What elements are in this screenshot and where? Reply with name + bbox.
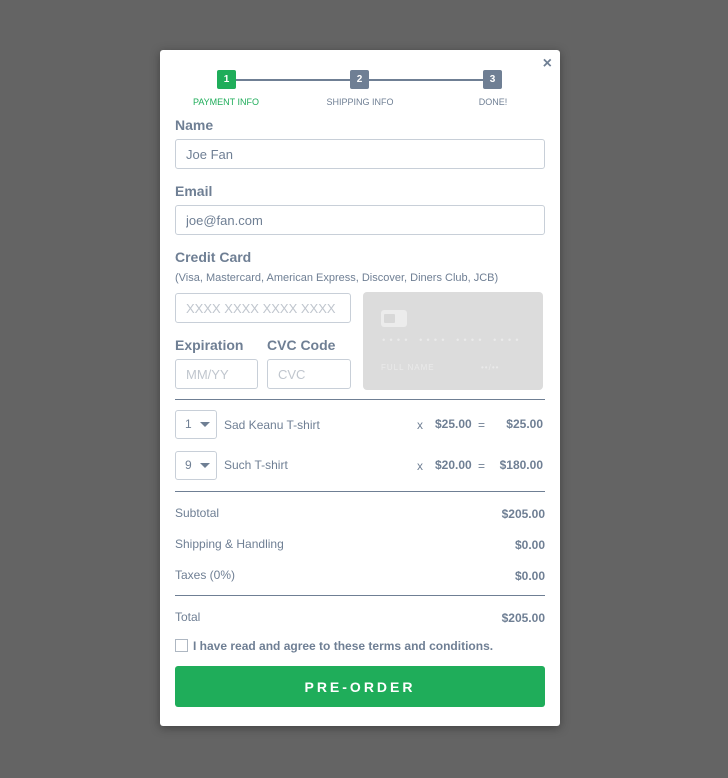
- terms-checkbox[interactable]: [175, 639, 188, 652]
- taxes-value: $0.00: [514, 569, 545, 583]
- credit-card-preview: •••• •••• •••• •••• FULL NAME ••/••: [363, 292, 543, 390]
- step-1-label: PAYMENT INFO: [192, 97, 259, 107]
- item-name: Sad Keanu T-shirt: [224, 418, 320, 432]
- accepted-cards-text: (Visa, Mastercard, American Express, Dis…: [175, 272, 499, 284]
- expiration-field[interactable]: [175, 359, 258, 389]
- expiration-label: Expiration: [175, 337, 244, 353]
- divider: [175, 491, 545, 492]
- shipping-value: $0.00: [514, 538, 545, 552]
- name-label: Name: [175, 117, 214, 133]
- chevron-down-icon: [200, 463, 210, 468]
- item-equals: =: [478, 459, 486, 473]
- cvc-field[interactable]: [267, 359, 351, 389]
- step-connector: [369, 79, 483, 81]
- item-name: Such T-shirt: [224, 458, 288, 472]
- card-number-field[interactable]: [175, 293, 351, 323]
- quantity-value: 9: [185, 458, 192, 472]
- item-price: $25.00: [435, 417, 472, 431]
- step-3-badge: 3: [483, 70, 502, 89]
- item-times: x: [417, 418, 423, 432]
- divider: [175, 399, 545, 400]
- cvc-label: CVC Code: [267, 337, 336, 353]
- step-1-badge: 1: [217, 70, 236, 89]
- progress-stepper: 1 2 3 PAYMENT INFO SHIPPING INFO DONE!: [160, 70, 560, 110]
- chevron-down-icon: [200, 422, 210, 427]
- total-label: Total: [175, 610, 201, 624]
- item-price: $20.00: [435, 458, 472, 472]
- divider: [175, 595, 545, 596]
- card-chip-icon: [381, 310, 407, 327]
- quantity-select[interactable]: 9: [175, 451, 217, 480]
- total-value: $205.00: [501, 611, 545, 625]
- shipping-label: Shipping & Handling: [175, 537, 284, 551]
- item-total: $180.00: [499, 458, 543, 472]
- quantity-select[interactable]: 1: [175, 410, 217, 439]
- email-label: Email: [175, 183, 213, 199]
- subtotal-label: Subtotal: [175, 506, 220, 520]
- step-2-label: SHIPPING INFO: [326, 97, 394, 107]
- card-preview-expiry: ••/••: [481, 363, 500, 372]
- credit-card-label: Credit Card: [175, 249, 252, 265]
- name-field[interactable]: [175, 139, 545, 169]
- step-2-badge: 2: [350, 70, 369, 89]
- step-connector: [236, 79, 350, 81]
- checkout-modal: × 1 2 3 PAYMENT INFO SHIPPING INFO DONE!…: [160, 50, 560, 726]
- item-equals: =: [478, 418, 486, 432]
- quantity-value: 1: [185, 417, 192, 431]
- item-total: $25.00: [506, 417, 543, 431]
- subtotal-value: $205.00: [501, 507, 545, 521]
- email-field[interactable]: [175, 205, 545, 235]
- card-preview-number: •••• •••• •••• ••••: [381, 336, 522, 346]
- taxes-label: Taxes (0%): [175, 568, 236, 582]
- card-preview-name: FULL NAME: [381, 363, 435, 372]
- item-times: x: [417, 459, 423, 473]
- step-3-label: DONE!: [478, 97, 508, 107]
- terms-label[interactable]: I have read and agree to these terms and…: [193, 639, 493, 653]
- pre-order-button[interactable]: PRE-ORDER: [175, 666, 545, 707]
